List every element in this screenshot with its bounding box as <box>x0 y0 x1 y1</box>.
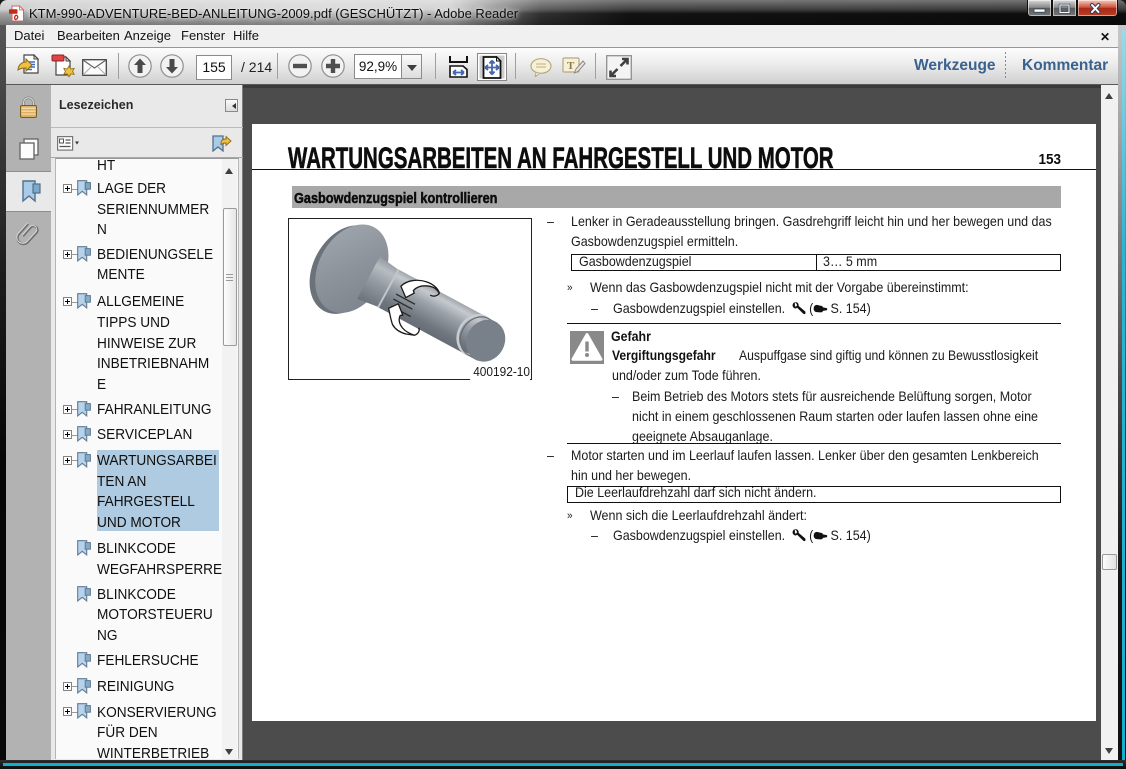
svg-text:T: T <box>567 60 575 72</box>
